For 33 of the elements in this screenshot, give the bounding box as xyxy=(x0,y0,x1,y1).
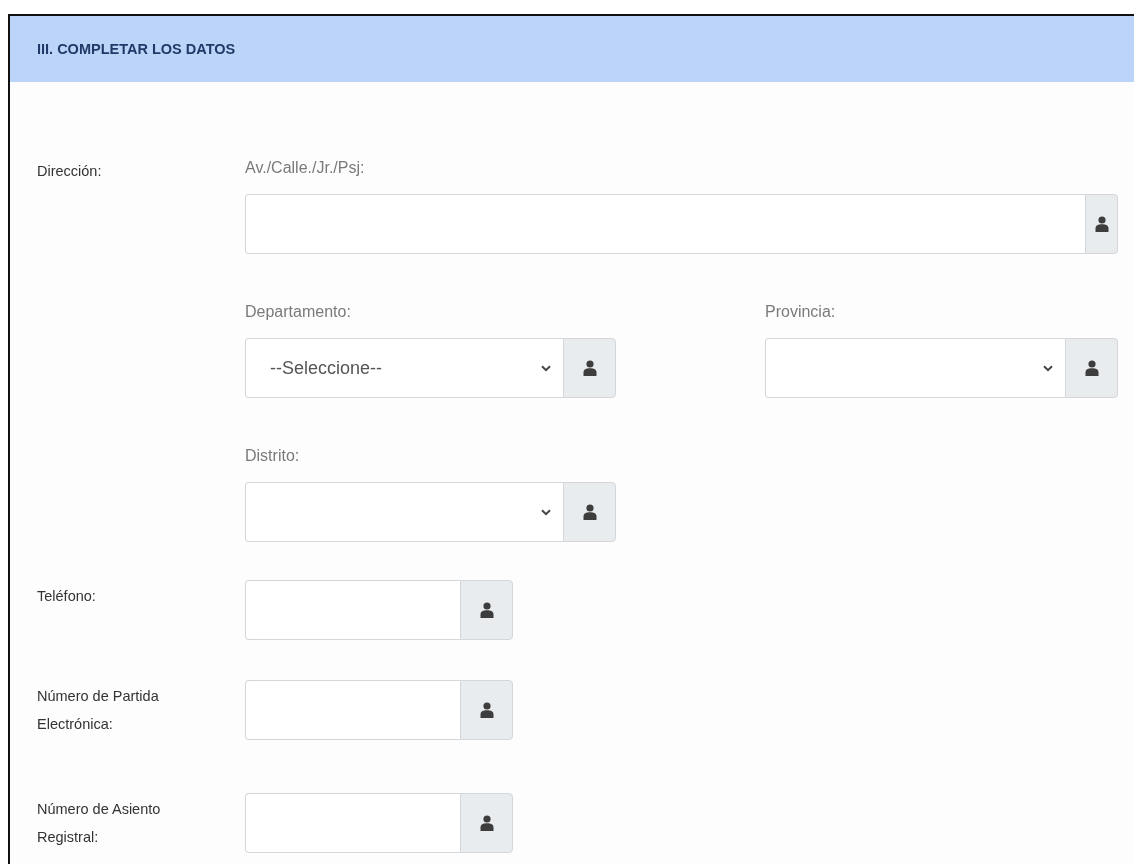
field-label: Distrito: xyxy=(245,446,300,466)
user-icon xyxy=(582,360,597,376)
user-icon xyxy=(479,815,494,831)
input-field[interactable] xyxy=(245,194,1085,254)
user-button[interactable] xyxy=(1085,194,1118,254)
field-label: Departamento: xyxy=(245,302,351,322)
user-button[interactable] xyxy=(460,793,513,853)
user-icon xyxy=(1084,360,1099,376)
field-label: Número de Partida Electrónica: xyxy=(37,687,160,734)
chevron-down-icon xyxy=(541,364,551,372)
user-icon xyxy=(479,602,494,618)
user-button[interactable] xyxy=(563,482,616,542)
field-label: Número de Asiento Registral: xyxy=(37,800,162,847)
dropdown-field[interactable]: --Seleccione-- xyxy=(245,338,563,398)
user-button[interactable] xyxy=(460,580,513,640)
dropdown-field[interactable] xyxy=(765,338,1065,398)
field-label: Dirección: xyxy=(37,162,103,181)
field-label: Provincia: xyxy=(765,302,836,322)
field-label: Teléfono: xyxy=(37,587,97,606)
field-label: Av./Calle./Jr./Psj: xyxy=(245,158,365,178)
chevron-down-icon xyxy=(1043,364,1053,372)
section-title: III. COMPLETAR LOS DATOS xyxy=(37,41,236,57)
input-field[interactable] xyxy=(245,680,460,740)
user-icon xyxy=(1094,216,1109,232)
input-field[interactable] xyxy=(245,580,460,640)
user-button[interactable] xyxy=(460,680,513,740)
user-button[interactable] xyxy=(563,338,616,398)
input-field[interactable] xyxy=(245,793,460,853)
chevron-down-icon xyxy=(541,508,551,516)
dropdown-field[interactable] xyxy=(245,482,563,542)
user-icon xyxy=(582,504,597,520)
user-button[interactable] xyxy=(1065,338,1118,398)
user-icon xyxy=(479,702,494,718)
